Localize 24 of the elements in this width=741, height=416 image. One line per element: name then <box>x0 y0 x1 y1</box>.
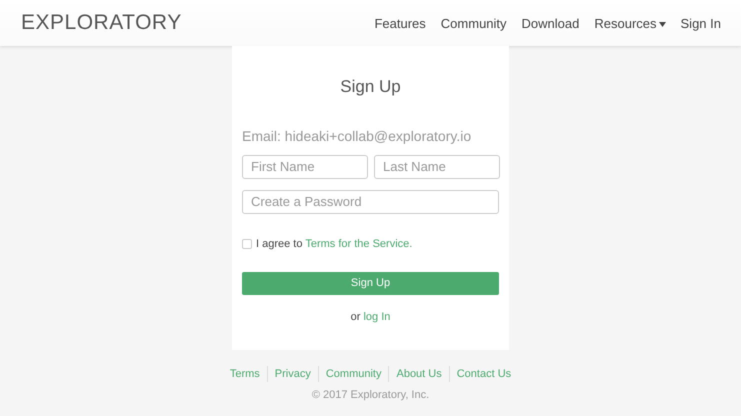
email-text: Email: hideaki+collab@exploratory.io <box>242 126 472 146</box>
login-link[interactable]: log In <box>363 311 390 323</box>
first-name-field[interactable]: First Name <box>242 154 368 178</box>
terms-link[interactable]: Terms for the Service. <box>305 238 412 250</box>
sign-up-button[interactable]: Sign Up <box>242 272 499 295</box>
nav-link[interactable]: Sign In <box>680 14 721 34</box>
nav-link[interactable]: Community <box>440 14 507 34</box>
password-field[interactable]: Create a Password <box>242 190 499 214</box>
form-title: Sign Up <box>339 76 402 98</box>
logo-text[interactable]: EXPLORATORY <box>21 7 182 39</box>
footer-link[interactable]: Terms <box>222 366 267 382</box>
agree-checkbox[interactable] <box>242 238 252 249</box>
caret-icon <box>658 22 666 26</box>
footer-link[interactable]: Privacy <box>266 366 318 382</box>
agree-text: I agree to Terms for the Service. <box>256 236 412 252</box>
footer-link[interactable]: Community <box>318 366 388 382</box>
copyright-text: © 2017 Exploratory, Inc. <box>310 388 430 403</box>
last-name-field[interactable]: Last Name <box>374 154 500 178</box>
footer-link[interactable]: Contact Us <box>448 366 518 382</box>
nav-link[interactable]: Resources <box>594 14 666 34</box>
nav-link[interactable]: Features <box>374 14 426 34</box>
footer-link[interactable]: About Us <box>388 366 449 382</box>
login-text: or log In <box>350 310 392 325</box>
nav-link[interactable]: Download <box>522 14 580 34</box>
